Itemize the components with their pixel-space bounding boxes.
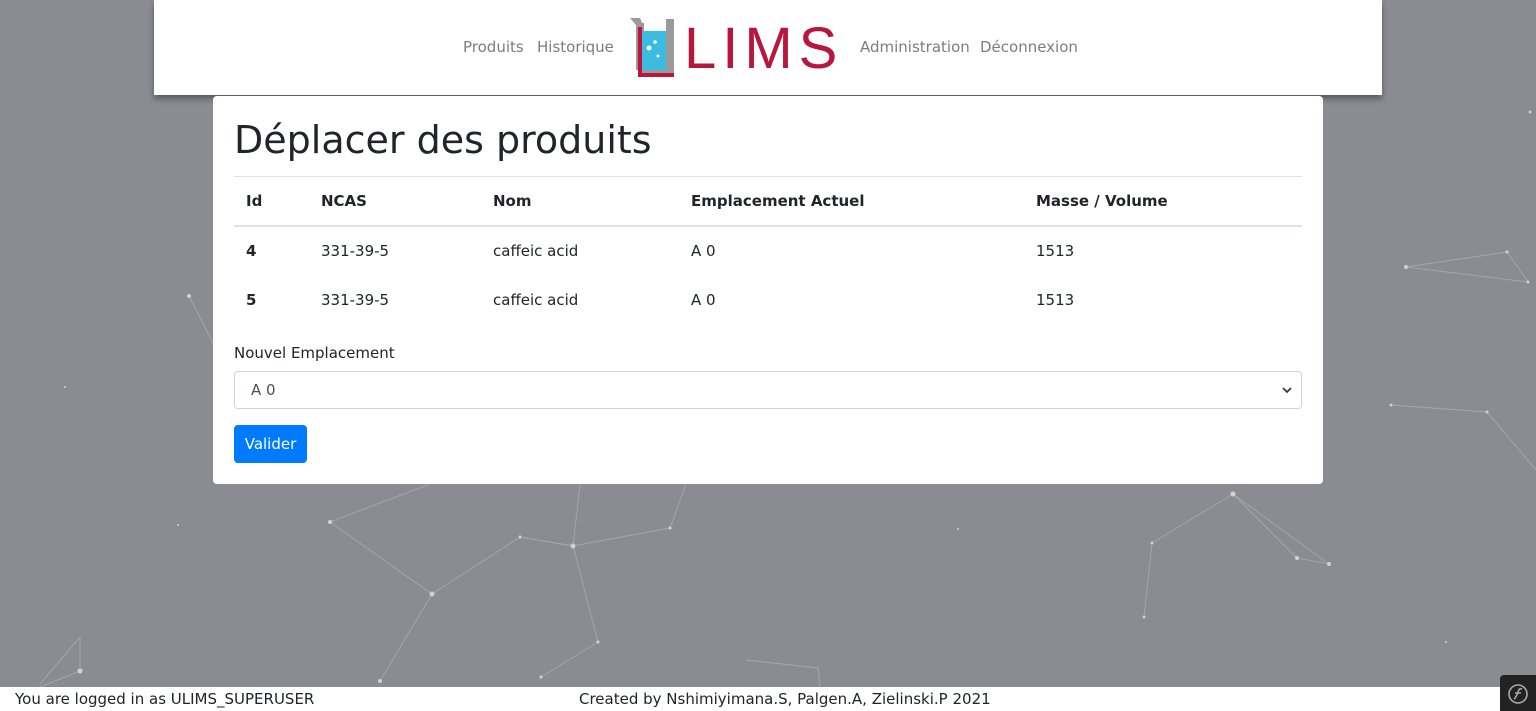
footer: You are logged in as ULIMS_SUPERUSER Cre… <box>0 687 1536 711</box>
nav-link-history[interactable]: Historique <box>537 38 614 56</box>
column-header-id: Id <box>234 177 309 227</box>
symfony-debug-toolbar-toggle[interactable] <box>1500 675 1536 711</box>
cell-ncas: 331-39-5 <box>321 290 390 309</box>
products-table: Id NCAS Nom Emplacement Actuel Masse / V… <box>234 177 1302 324</box>
new-location-selected-value: A 0 <box>251 381 276 399</box>
column-header-name: Nom <box>481 177 679 227</box>
cell-current-location: A 0 <box>691 290 716 309</box>
page-title: Déplacer des produits <box>234 118 652 162</box>
move-products-card: Déplacer des produits Id NCAS Nom Emplac… <box>213 96 1323 484</box>
ulims-logo[interactable]: LIMS <box>630 15 845 79</box>
cell-mass-volume: 1513 <box>1036 242 1075 260</box>
nav-link-administration[interactable]: Administration <box>860 38 970 56</box>
beaker-icon <box>630 18 674 77</box>
table-row: 5 331-39-5 caffeic acid A 0 1513 <box>234 275 1302 324</box>
new-location-label: Nouvel Emplacement <box>234 344 395 362</box>
table-header-row: Id NCAS Nom Emplacement Actuel Masse / V… <box>234 177 1302 227</box>
cell-ncas: 331-39-5 <box>321 242 390 260</box>
cell-name: caffeic acid <box>493 290 579 309</box>
column-header-current-location: Emplacement Actuel <box>679 177 1024 227</box>
cell-id: 4 <box>246 242 257 260</box>
nav-link-logout[interactable]: Déconnexion <box>980 38 1078 56</box>
nav-link-products[interactable]: Produits <box>463 38 524 56</box>
cell-id: 5 <box>246 290 257 309</box>
cell-name: caffeic acid <box>493 242 579 260</box>
logged-in-status: You are logged in as ULIMS_SUPERUSER <box>15 690 315 708</box>
cell-current-location: A 0 <box>691 242 716 260</box>
submit-button[interactable]: Valider <box>234 425 307 463</box>
table-row: 4 331-39-5 caffeic acid A 0 1513 <box>234 226 1302 275</box>
top-navbar: Produits Historique LIMS Administration … <box>154 0 1382 95</box>
cell-mass-volume: 1513 <box>1036 290 1075 309</box>
logo-text: LIMS <box>684 16 843 79</box>
new-location-select[interactable]: A 0 <box>234 371 1302 409</box>
column-header-ncas: NCAS <box>309 177 481 227</box>
column-header-mass-volume: Masse / Volume <box>1024 177 1302 227</box>
symfony-icon <box>1508 684 1528 704</box>
credits-text: Created by Nshimiyimana.S, Palgen.A, Zie… <box>579 690 991 708</box>
chevron-down-icon <box>1282 387 1292 394</box>
